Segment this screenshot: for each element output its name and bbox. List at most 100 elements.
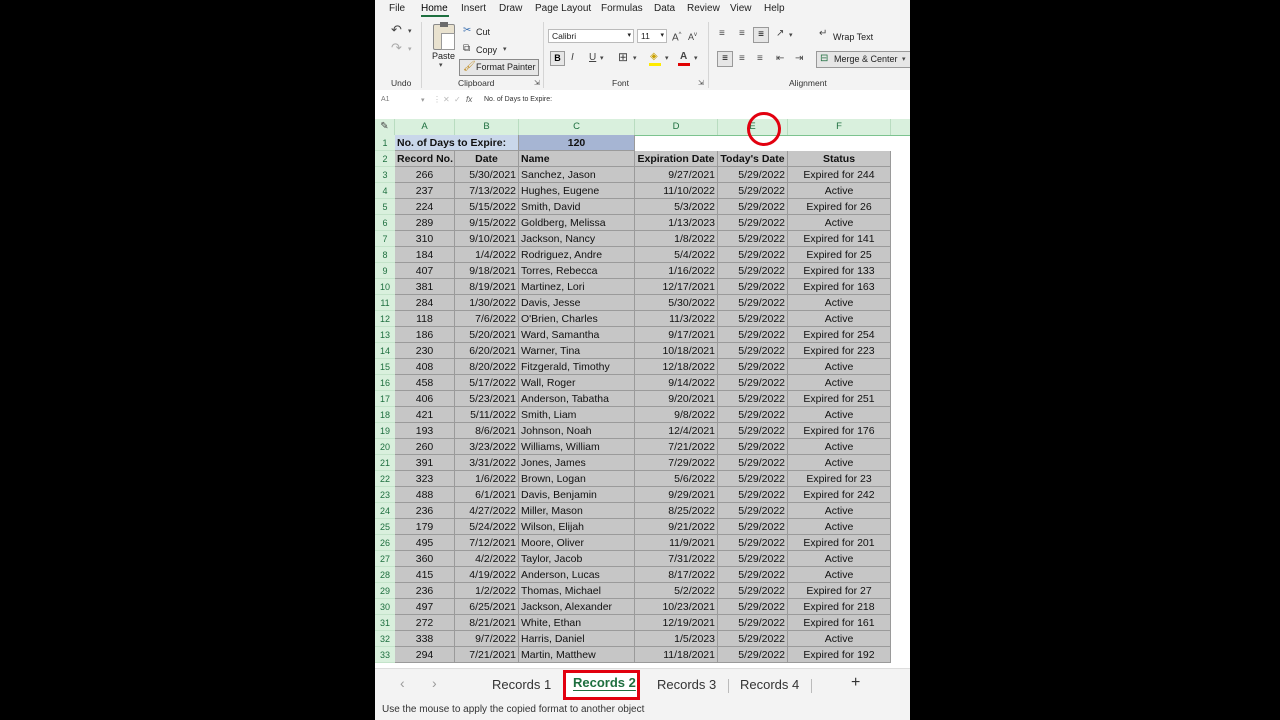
cell-record-no[interactable]: 497 xyxy=(395,599,455,615)
cell-name[interactable]: Miller, Mason xyxy=(519,503,635,519)
cell-todays-date[interactable]: 5/29/2022 xyxy=(718,231,788,247)
tab-insert[interactable]: Insert xyxy=(461,2,486,16)
cell-date[interactable]: 7/6/2022 xyxy=(455,311,519,327)
row-number[interactable]: 20 xyxy=(375,439,395,455)
dialog-launcher-icon[interactable]: ⇲ xyxy=(698,78,704,90)
row-number[interactable]: 7 xyxy=(375,231,395,247)
increase-font-icon[interactable]: A^ xyxy=(672,29,682,44)
cell-todays-date[interactable]: 5/29/2022 xyxy=(718,535,788,551)
cell-status[interactable]: Active xyxy=(788,455,891,471)
borders-icon[interactable]: ⊞ xyxy=(618,51,628,63)
cell-expiration-date[interactable]: 1/8/2022 xyxy=(635,231,718,247)
cell-record-no[interactable]: 236 xyxy=(395,583,455,599)
font-name-box[interactable]: Calibri ▾ xyxy=(548,29,634,43)
cell-record-no[interactable]: 272 xyxy=(395,615,455,631)
cell-status[interactable]: Expired for 25 xyxy=(788,247,891,263)
cell-status[interactable]: Active xyxy=(788,567,891,583)
cell-expiration-date[interactable]: 12/19/2021 xyxy=(635,615,718,631)
decrease-font-icon[interactable]: Av xyxy=(688,29,697,43)
cell-todays-date[interactable]: 5/29/2022 xyxy=(718,375,788,391)
row-number[interactable]: 3 xyxy=(375,167,395,183)
cell-record-no[interactable]: 391 xyxy=(395,455,455,471)
row-number[interactable]: 15 xyxy=(375,359,395,375)
cell-status[interactable]: Expired for 223 xyxy=(788,343,891,359)
cell-name[interactable]: Martinez, Lori xyxy=(519,279,635,295)
cell-expiration-date[interactable]: 5/30/2022 xyxy=(635,295,718,311)
row-number[interactable]: 6 xyxy=(375,215,395,231)
cell-name[interactable]: Ward, Samantha xyxy=(519,327,635,343)
row-number[interactable]: 24 xyxy=(375,503,395,519)
row-number[interactable]: 4 xyxy=(375,183,395,199)
row-number[interactable]: 12 xyxy=(375,311,395,327)
cell-name[interactable]: Wilson, Elijah xyxy=(519,519,635,535)
column-header-a[interactable]: A xyxy=(395,119,455,135)
cell-expiration-date[interactable]: 9/17/2021 xyxy=(635,327,718,343)
row-number[interactable]: 31 xyxy=(375,615,395,631)
tab-data[interactable]: Data xyxy=(654,2,675,16)
header-cell-status[interactable]: Status xyxy=(788,151,891,167)
chevron-down-icon[interactable]: ▾ xyxy=(789,30,793,42)
cell-todays-date[interactable]: 5/29/2022 xyxy=(718,599,788,615)
cell-name[interactable]: Taylor, Jacob xyxy=(519,551,635,567)
cell-date[interactable]: 9/10/2021 xyxy=(455,231,519,247)
cell-record-no[interactable]: 421 xyxy=(395,407,455,423)
cell-expiration-date[interactable]: 7/31/2022 xyxy=(635,551,718,567)
days-to-expire-label[interactable]: No. of Days to Expire: xyxy=(395,135,519,151)
cell-record-no[interactable]: 407 xyxy=(395,263,455,279)
sheet-tab-records-4[interactable]: Records 4 xyxy=(740,677,799,692)
cell-expiration-date[interactable]: 7/21/2022 xyxy=(635,439,718,455)
cell-date[interactable]: 5/11/2022 xyxy=(455,407,519,423)
cell-expiration-date[interactable]: 5/4/2022 xyxy=(635,247,718,263)
cell-status[interactable]: Active xyxy=(788,359,891,375)
cell-expiration-date[interactable]: 11/9/2021 xyxy=(635,535,718,551)
cell-status[interactable]: Active xyxy=(788,631,891,647)
chevron-down-icon[interactable]: ▾ xyxy=(694,53,698,65)
cell-todays-date[interactable]: 5/29/2022 xyxy=(718,215,788,231)
header-cell-name[interactable]: Name xyxy=(519,151,635,167)
formula-input[interactable]: No. of Days to Expire: xyxy=(484,96,552,103)
cell-date[interactable]: 1/2/2022 xyxy=(455,583,519,599)
header-cell-todays-date[interactable]: Today's Date xyxy=(718,151,788,167)
cell-record-no[interactable]: 381 xyxy=(395,279,455,295)
cell-name[interactable]: Jackson, Alexander xyxy=(519,599,635,615)
row-number[interactable]: 5 xyxy=(375,199,395,215)
cell-date[interactable]: 8/20/2022 xyxy=(455,359,519,375)
row-number[interactable]: 33 xyxy=(375,647,395,663)
cell-expiration-date[interactable]: 1/5/2023 xyxy=(635,631,718,647)
cell-record-no[interactable]: 323 xyxy=(395,471,455,487)
cell-expiration-date[interactable]: 12/17/2021 xyxy=(635,279,718,295)
cell-expiration-date[interactable]: 10/18/2021 xyxy=(635,343,718,359)
cell-status[interactable]: Active xyxy=(788,439,891,455)
cell-record-no[interactable]: 224 xyxy=(395,199,455,215)
cell-expiration-date[interactable]: 12/4/2021 xyxy=(635,423,718,439)
column-header-f[interactable]: F xyxy=(788,119,891,135)
cell-date[interactable]: 3/23/2022 xyxy=(455,439,519,455)
cell-date[interactable]: 5/17/2022 xyxy=(455,375,519,391)
row-number[interactable]: 13 xyxy=(375,327,395,343)
cell-name[interactable]: Warner, Tina xyxy=(519,343,635,359)
cell-todays-date[interactable]: 5/29/2022 xyxy=(718,551,788,567)
row-number[interactable]: 25 xyxy=(375,519,395,535)
tab-help[interactable]: Help xyxy=(764,2,785,16)
row-number[interactable]: 10 xyxy=(375,279,395,295)
cell-todays-date[interactable]: 5/29/2022 xyxy=(718,199,788,215)
cell-expiration-date[interactable]: 11/18/2021 xyxy=(635,647,718,663)
cell-todays-date[interactable]: 5/29/2022 xyxy=(718,167,788,183)
cell-date[interactable]: 1/6/2022 xyxy=(455,471,519,487)
cell-record-no[interactable]: 237 xyxy=(395,183,455,199)
cell-date[interactable]: 5/15/2022 xyxy=(455,199,519,215)
cell-date[interactable]: 5/30/2021 xyxy=(455,167,519,183)
cell-todays-date[interactable]: 5/29/2022 xyxy=(718,391,788,407)
cell-record-no[interactable]: 289 xyxy=(395,215,455,231)
row-number[interactable]: 28 xyxy=(375,567,395,583)
cell-record-no[interactable]: 260 xyxy=(395,439,455,455)
merge-center-button[interactable]: ⊟ Merge & Center ▾ xyxy=(816,51,910,68)
cell-status[interactable]: Expired for 251 xyxy=(788,391,891,407)
cell-status[interactable]: Expired for 254 xyxy=(788,327,891,343)
cell-date[interactable]: 1/30/2022 xyxy=(455,295,519,311)
cell-expiration-date[interactable]: 9/14/2022 xyxy=(635,375,718,391)
chevron-down-icon[interactable]: ▾ xyxy=(600,53,604,65)
cell-todays-date[interactable]: 5/29/2022 xyxy=(718,647,788,663)
cell-name[interactable]: Smith, David xyxy=(519,199,635,215)
cell-todays-date[interactable]: 5/29/2022 xyxy=(718,471,788,487)
